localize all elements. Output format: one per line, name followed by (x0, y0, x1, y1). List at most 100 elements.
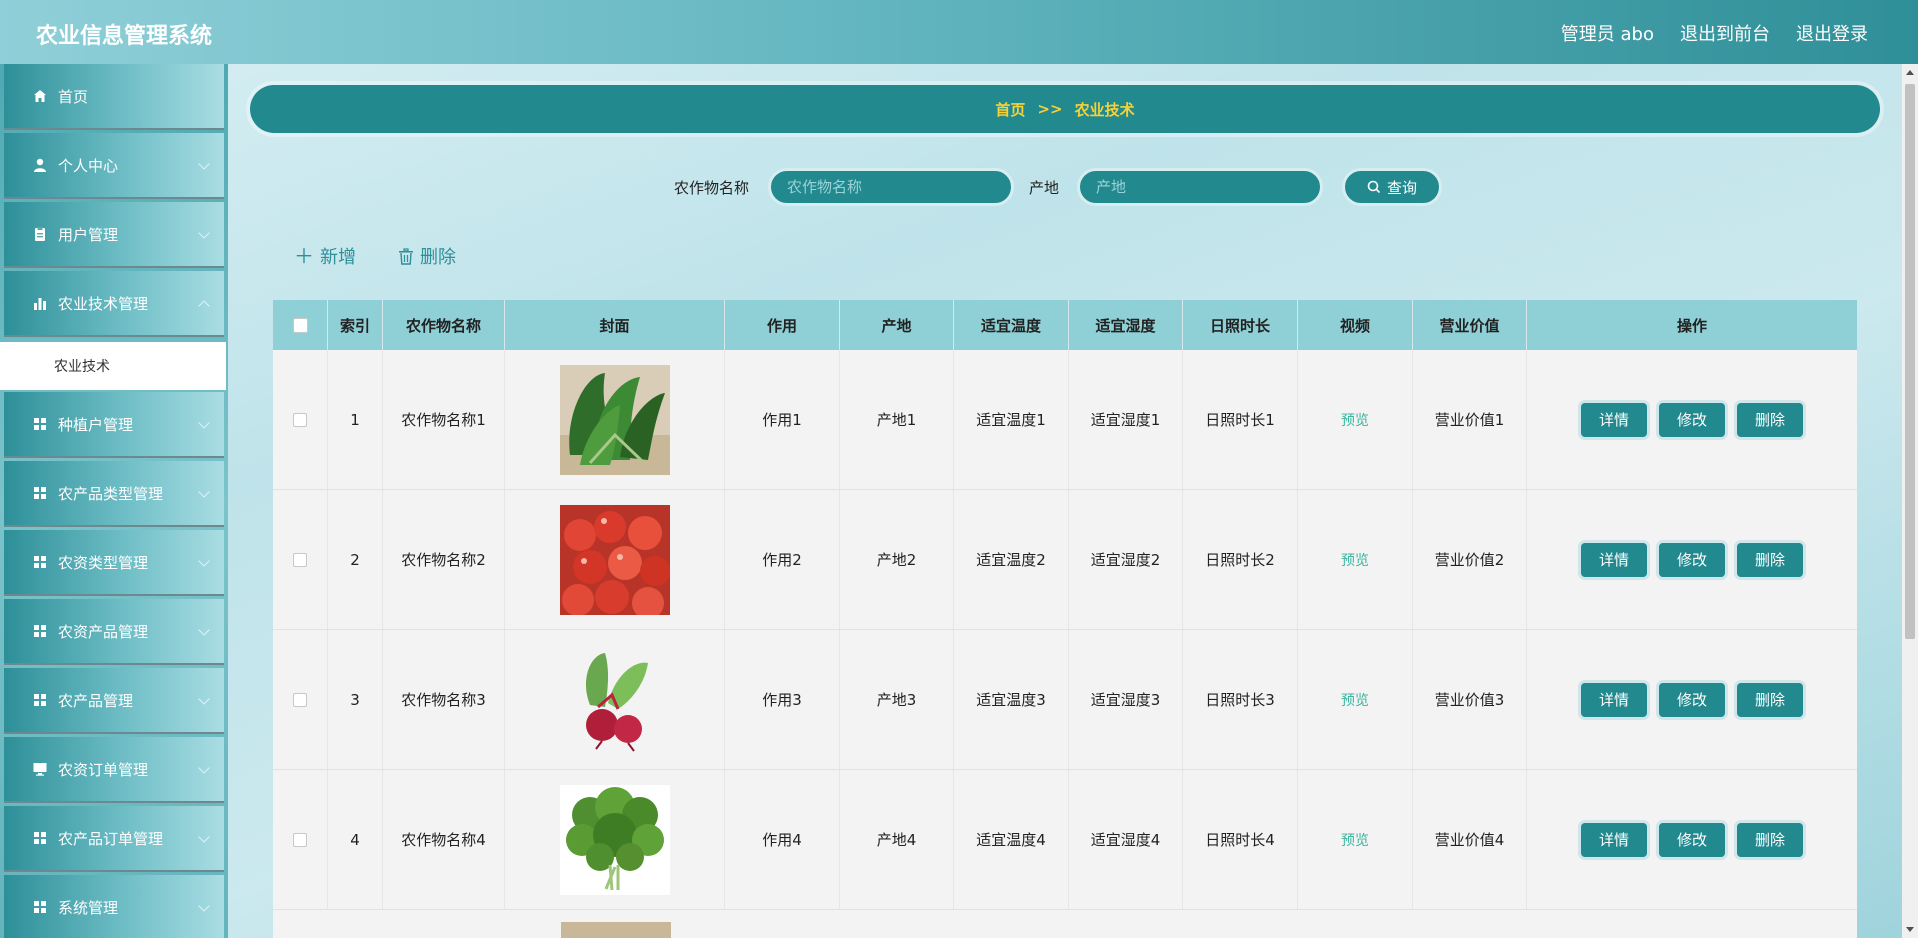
search-button[interactable]: 查询 (1342, 168, 1442, 206)
crop-name-input[interactable]: 农作物名称 (768, 168, 1014, 206)
column-header: 视频 (1298, 300, 1413, 350)
index-cell: 2 (328, 490, 383, 629)
video-preview-link[interactable]: 预览 (1341, 410, 1369, 430)
sidebar-item-grower-management[interactable]: 种植户管理 (4, 392, 224, 458)
edit-button[interactable]: 修改 (1659, 682, 1725, 717)
bar-chart-icon (34, 298, 46, 310)
scroll-down-arrow-icon[interactable] (1906, 927, 1914, 932)
sidebar-item-agri-tech-management[interactable]: 农业技术管理 (4, 271, 224, 337)
scroll-up-arrow-icon[interactable] (1906, 70, 1914, 75)
row-checkbox[interactable] (293, 692, 307, 707)
sidebar-item-system-management[interactable]: 系统管理 (4, 875, 224, 938)
effect-cell: 作用2 (725, 490, 840, 629)
column-header: 作用 (725, 300, 840, 350)
table-row: 4 农作物名称4 作用4 产地4 适宜温度4 适宜湿度4 日照时长4 预览 营业… (273, 770, 1857, 910)
video-preview-link[interactable]: 预览 (1341, 830, 1369, 850)
sidebar-item-supply-order-management[interactable]: 农资订单管理 (4, 737, 224, 803)
humidity-cell: 适宜湿度2 (1069, 490, 1183, 629)
sidebar-item-supply-type-management[interactable]: 农资类型管理 (4, 530, 224, 596)
actions-cell: 详情 修改 删除 (1527, 490, 1857, 629)
sunlight-cell: 日照时长2 (1183, 490, 1298, 629)
logout-link[interactable]: 退出登录 (1796, 20, 1868, 46)
chevron-down-icon (198, 900, 210, 912)
row-checkbox[interactable] (293, 412, 307, 427)
crop-name-label: 农作物名称 (674, 179, 750, 197)
sidebar-subitem-agri-tech[interactable]: 农业技术 (0, 342, 226, 390)
table-header: 索引 农作物名称 封面 作用 产地 适宜温度 适宜湿度 日照时长 视频 营业价值… (273, 300, 1857, 350)
detail-button[interactable]: 详情 (1581, 542, 1647, 577)
value-cell: 营业价值2 (1413, 490, 1527, 629)
cover-image-green-vegetable[interactable] (559, 364, 670, 475)
sidebar-item-label: 农产品订单管理 (58, 829, 164, 848)
page-scrollbar[interactable] (1902, 64, 1918, 938)
humidity-cell: 适宜湿度3 (1069, 630, 1183, 769)
delete-button[interactable]: 删除 (1737, 542, 1803, 577)
video-preview-link[interactable]: 预览 (1341, 550, 1369, 570)
grid-icon (34, 487, 46, 499)
video-preview-link[interactable]: 预览 (1341, 690, 1369, 710)
actions-cell: 详情 修改 删除 (1527, 770, 1857, 909)
temperature-cell: 适宜温度4 (954, 770, 1069, 909)
trash-icon (399, 247, 413, 265)
column-header: 营业价值 (1413, 300, 1527, 350)
column-header: 封面 (505, 300, 725, 350)
sidebar-item-supply-product-management[interactable]: 农资产品管理 (4, 599, 224, 665)
table-row-partial (273, 910, 1857, 938)
grid-icon (34, 625, 46, 637)
breadcrumb-home[interactable]: 首页 (995, 99, 1025, 120)
detail-button[interactable]: 详情 (1581, 402, 1647, 437)
temperature-cell: 适宜温度2 (954, 490, 1069, 629)
sidebar-item-home[interactable]: 首页 (4, 64, 224, 130)
row-checkbox[interactable] (293, 832, 307, 847)
row-checkbox[interactable] (293, 552, 307, 567)
header-select-all[interactable] (273, 300, 328, 350)
cover-image-beetroot[interactable] (559, 644, 670, 755)
scrollbar-thumb[interactable] (1905, 84, 1915, 639)
column-header: 日照时长 (1183, 300, 1298, 350)
sunlight-cell: 日照时长4 (1183, 770, 1298, 909)
chevron-down-icon (198, 486, 210, 498)
effect-cell: 作用3 (725, 630, 840, 769)
temperature-cell: 适宜温度1 (954, 350, 1069, 489)
cover-image-cherries[interactable] (559, 504, 670, 615)
sidebar-item-label: 首页 (58, 87, 89, 106)
home-icon (34, 90, 46, 102)
sidebar-item-user-management[interactable]: 用户管理 (4, 202, 224, 268)
crop-name-cell: 农作物名称2 (383, 490, 505, 629)
cover-image-partial (561, 922, 671, 938)
sidebar-item-product-type-management[interactable]: 农产品类型管理 (4, 461, 224, 527)
grid-icon (34, 694, 46, 706)
select-all-checkbox[interactable] (292, 317, 308, 333)
video-cell: 预览 (1298, 630, 1413, 769)
detail-button[interactable]: 详情 (1581, 822, 1647, 857)
admin-username[interactable]: 管理员 abo (1561, 20, 1654, 46)
sidebar-item-label: 用户管理 (58, 225, 119, 244)
add-button-label: 新增 (320, 247, 356, 268)
monitor-icon (33, 763, 47, 776)
edit-button[interactable]: 修改 (1659, 542, 1725, 577)
grid-icon (34, 901, 46, 913)
effect-cell: 作用4 (725, 770, 840, 909)
origin-input[interactable]: 产地 (1077, 168, 1323, 206)
delete-button[interactable]: 删除 (1737, 682, 1803, 717)
delete-button[interactable]: 删除 (1737, 402, 1803, 437)
humidity-cell: 适宜湿度4 (1069, 770, 1183, 909)
add-button[interactable]: ＋ 新增 (294, 243, 356, 269)
column-header: 操作 (1676, 316, 1707, 335)
edit-button[interactable]: 修改 (1659, 822, 1725, 857)
bulk-delete-button[interactable]: 删除 (398, 243, 456, 269)
sidebar-item-agri-product-management[interactable]: 农产品管理 (4, 668, 224, 734)
plus-icon: ＋ (294, 244, 314, 268)
chevron-down-icon (198, 624, 210, 636)
delete-button[interactable]: 删除 (1737, 822, 1803, 857)
cover-image-parsley[interactable] (559, 784, 670, 895)
exit-to-frontend-link[interactable]: 退出到前台 (1680, 20, 1770, 46)
sidebar-item-product-order-management[interactable]: 农产品订单管理 (4, 806, 224, 872)
edit-button[interactable]: 修改 (1659, 402, 1725, 437)
breadcrumb: 首页 >> 农业技术 (250, 85, 1880, 133)
cover-cell (505, 630, 725, 769)
grid-icon (34, 418, 46, 430)
chevron-down-icon (198, 831, 210, 843)
detail-button[interactable]: 详情 (1581, 682, 1647, 717)
origin-cell: 产地3 (840, 630, 954, 769)
